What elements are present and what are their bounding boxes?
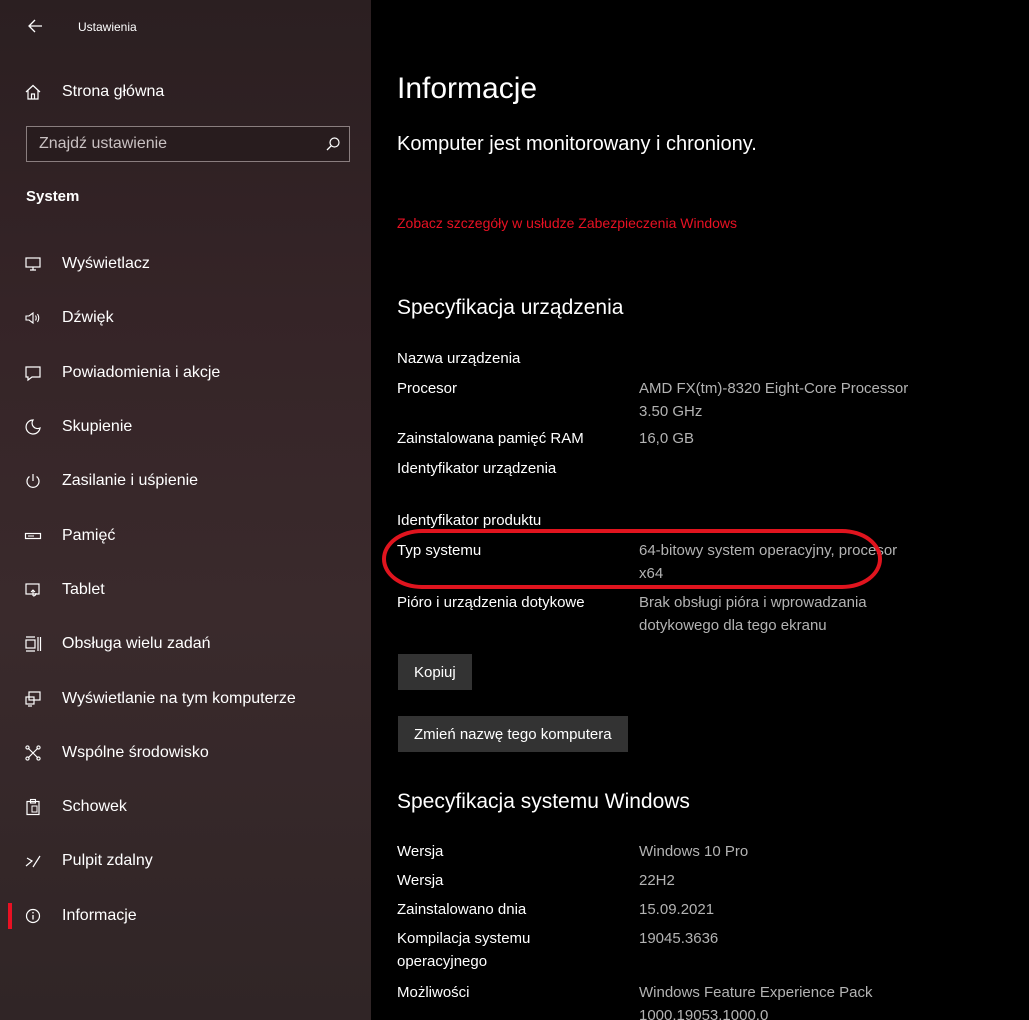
sidebar-item-label: Wyświetlanie na tym komputerze <box>62 689 296 707</box>
sidebar-item-label: Tablet <box>62 580 105 598</box>
sidebar-item-label: Dźwięk <box>62 309 114 327</box>
protection-status: Komputer jest monitorowany i chroniony. <box>397 133 757 155</box>
sidebar-item-about[interactable]: Informacje <box>0 889 371 943</box>
sidebar-item-power-sleep[interactable]: Zasilanie i uśpienie <box>0 454 371 508</box>
spec-value: Brak obsługi pióra i wprowadzania dotyko… <box>639 594 867 634</box>
spec-row-edition: Wersja Windows 10 Pro <box>397 840 1017 863</box>
clipboard-icon <box>26 799 40 816</box>
spec-label: Zainstalowana pamięć RAM <box>397 430 584 447</box>
speaker-icon <box>25 312 40 325</box>
sidebar-item-notifications[interactable]: Powiadomienia i akcje <box>0 346 371 400</box>
sidebar-item-remote-desktop[interactable]: Pulpit zdalny <box>0 834 371 888</box>
spec-value: Windows Feature Experience Pack 1000.190… <box>639 984 873 1020</box>
device-specs-heading: Specyfikacja urządzenia <box>397 296 624 319</box>
notification-icon <box>25 366 41 381</box>
spec-value: 22H2 <box>639 872 675 889</box>
sidebar-item-multitasking[interactable]: Obsługa wielu zadań <box>0 617 371 671</box>
spec-value: 16,0 GB <box>639 430 695 447</box>
search-input[interactable] <box>27 127 329 161</box>
spec-label: Kompilacja systemu operacyjnego <box>397 930 531 970</box>
sidebar-item-display[interactable]: Wyświetlacz <box>0 237 371 291</box>
copy-button[interactable]: Kopiuj <box>398 654 472 690</box>
main-content: Informacje Komputer jest monitorowany i … <box>371 0 1029 1020</box>
shared-experience-icon <box>25 745 41 761</box>
spec-row-processor: Procesor AMD FX(tm)-8320 Eight-Core Proc… <box>397 377 1017 423</box>
sidebar-item-label: Zasilanie i uśpienie <box>62 472 199 490</box>
spec-row-device-id: Identyfikator urządzenia <box>397 457 1017 480</box>
title-bar: Ustawienia <box>0 0 371 52</box>
search-box <box>26 126 350 162</box>
spec-label: Pióro i urządzenia dotykowe <box>397 594 585 611</box>
spec-label: Procesor <box>397 380 458 397</box>
sidebar-item-label: Obsługa wielu zadań <box>62 635 211 653</box>
spec-row-ram: Zainstalowana pamięć RAM 16,0 GB <box>397 427 1017 450</box>
sidebar-item-home[interactable]: Strona główna <box>0 72 371 112</box>
sidebar-nav-list: Wyświetlacz Dźwięk Powiadomienia i akcje <box>0 237 371 943</box>
spec-row-pen-touch: Pióro i urządzenia dotykowe Brak obsługi… <box>397 591 1017 637</box>
spec-label: Typ systemu <box>397 542 482 559</box>
sidebar-item-label: Powiadomienia i akcje <box>62 363 221 381</box>
moon-icon <box>25 419 41 435</box>
info-icon <box>25 908 41 923</box>
sidebar-item-label: Wyświetlacz <box>62 255 150 273</box>
search-icon[interactable] <box>325 136 341 152</box>
sidebar: Ustawienia Strona główna System Wyświet <box>0 0 371 1020</box>
spec-label: Nazwa urządzenia <box>397 350 521 367</box>
spec-label: Identyfikator urządzenia <box>397 460 557 477</box>
sidebar-item-focus[interactable]: Skupienie <box>0 400 371 454</box>
spec-row-os-build: Kompilacja systemu operacyjnego 19045.36… <box>397 927 1017 973</box>
spec-row-experience: Możliwości Windows Feature Experience Pa… <box>397 981 1017 1020</box>
windows-specs-heading: Specyfikacja systemu Windows <box>397 790 690 813</box>
power-icon <box>26 474 40 489</box>
app-title: Ustawienia <box>78 20 137 34</box>
sidebar-item-tablet[interactable]: Tablet <box>0 563 371 617</box>
spec-value: Windows 10 Pro <box>639 843 749 860</box>
remote-desktop-icon <box>25 856 41 868</box>
spec-value: 19045.3636 <box>639 930 719 947</box>
project-icon <box>25 690 41 707</box>
sidebar-item-label: Pulpit zdalny <box>62 852 153 870</box>
spec-label: Zainstalowano dnia <box>397 901 527 918</box>
monitor-icon <box>25 257 41 271</box>
sidebar-item-storage[interactable]: Pamięć <box>0 508 371 562</box>
home-icon <box>25 84 41 100</box>
spec-label: Wersja <box>397 872 444 889</box>
tablet-icon <box>25 583 40 597</box>
rename-pc-button[interactable]: Zmień nazwę tego komputera <box>398 716 628 752</box>
sidebar-item-label: Informacje <box>62 906 137 924</box>
sidebar-item-projecting[interactable]: Wyświetlanie na tym komputerze <box>0 671 371 725</box>
back-arrow-icon[interactable] <box>22 14 50 38</box>
spec-row-system-type: Typ systemu 64-bitowy system operacyjny,… <box>397 539 1017 585</box>
spec-label: Wersja <box>397 843 444 860</box>
spec-label: Identyfikator produktu <box>397 512 542 529</box>
section-title-system: System <box>26 188 80 205</box>
settings-window: Ustawienia Strona główna System Wyświet <box>0 0 1029 1020</box>
spec-value: 15.09.2021 <box>639 901 715 918</box>
sidebar-item-sound[interactable]: Dźwięk <box>0 291 371 345</box>
windows-security-link[interactable]: Zobacz szczegóły w usłudze Zabezpieczeni… <box>397 212 757 234</box>
spec-row-device-name: Nazwa urządzenia <box>397 347 1017 370</box>
spec-value: 64-bitowy system operacyjny, procesor x6… <box>639 542 898 582</box>
storage-icon <box>24 532 42 539</box>
sidebar-item-label: Schowek <box>62 798 127 816</box>
spec-value: AMD FX(tm)-8320 Eight-Core Processor 3.5… <box>639 380 909 420</box>
multitasking-icon <box>25 636 42 652</box>
sidebar-item-label: Skupienie <box>62 418 133 436</box>
spec-label: Możliwości <box>397 984 470 1001</box>
sidebar-item-label: Wspólne środowisko <box>62 743 209 761</box>
page-title: Informacje <box>397 72 538 105</box>
spec-row-product-id: Identyfikator produktu <box>397 509 1017 532</box>
sidebar-item-clipboard[interactable]: Schowek <box>0 780 371 834</box>
spec-row-installed-on: Zainstalowano dnia 15.09.2021 <box>397 898 1017 921</box>
active-indicator <box>8 902 12 929</box>
spec-row-version: Wersja 22H2 <box>397 869 1017 892</box>
sidebar-item-shared-experiences[interactable]: Wspólne środowisko <box>0 726 371 780</box>
sidebar-item-label: Pamięć <box>62 526 116 544</box>
home-label: Strona główna <box>62 83 165 100</box>
